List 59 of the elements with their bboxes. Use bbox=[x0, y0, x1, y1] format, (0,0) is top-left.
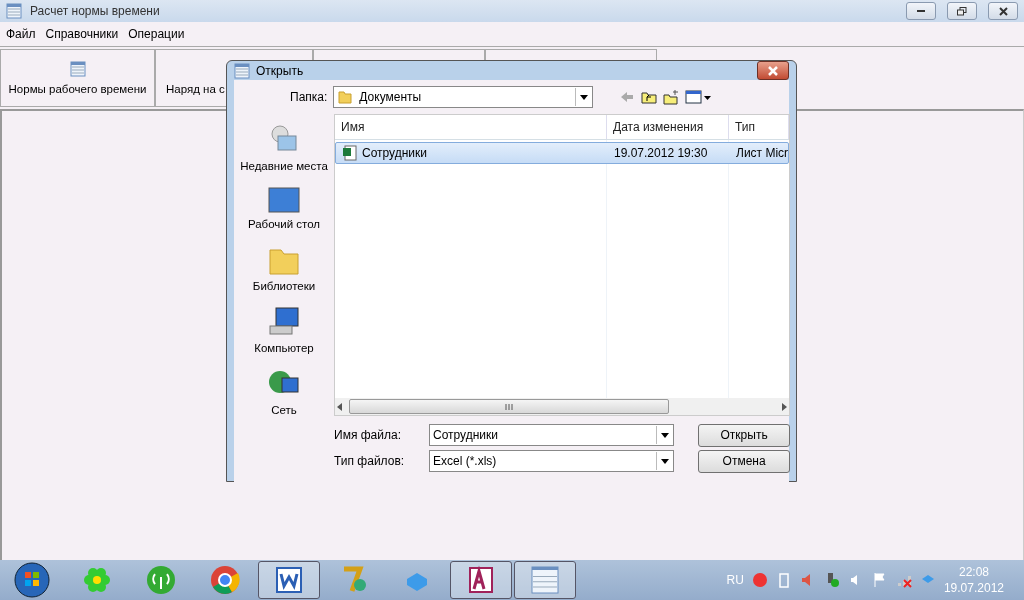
column-header[interactable]: Тип bbox=[729, 115, 790, 139]
table-icon bbox=[69, 61, 86, 77]
folder-dropdown[interactable]: Документы bbox=[333, 86, 594, 108]
filetype-dropdown[interactable]: Excel (*.xls) bbox=[429, 450, 674, 472]
taskbar-app[interactable] bbox=[450, 561, 512, 599]
filename-field[interactable]: Сотрудники bbox=[429, 424, 674, 446]
dropdown-arrow-icon bbox=[661, 458, 669, 464]
horizontal-scrollbar[interactable] bbox=[335, 398, 790, 415]
filename-label: Имя файла: bbox=[334, 428, 402, 442]
grip-icon bbox=[505, 403, 513, 410]
close-button[interactable] bbox=[988, 2, 1018, 20]
menu-item[interactable]: Операции bbox=[128, 27, 185, 41]
toolbar-button[interactable]: Нормы рабочего времени bbox=[0, 49, 155, 107]
folder-icon bbox=[337, 89, 354, 105]
table-icon bbox=[531, 566, 559, 594]
back-arrow-icon[interactable] bbox=[619, 89, 636, 105]
place-item[interactable]: Библиотеки bbox=[252, 244, 316, 292]
dropdown-arrow-icon bbox=[580, 94, 589, 100]
new-folder-icon[interactable] bbox=[663, 89, 680, 105]
folder-up-icon[interactable] bbox=[641, 89, 658, 105]
place-item[interactable]: Рабочий стол bbox=[247, 186, 321, 230]
start-button-icon[interactable] bbox=[14, 562, 50, 598]
document-w-icon bbox=[274, 565, 304, 595]
file-row[interactable]: Сотрудники 19.07.2012 19:30 Лист Micr bbox=[335, 142, 790, 164]
close-icon bbox=[768, 65, 778, 76]
browser-icon bbox=[210, 565, 240, 595]
view-menu-icon[interactable] bbox=[685, 89, 712, 105]
scrollbar-thumb[interactable] bbox=[349, 399, 669, 414]
place-item[interactable]: Компьютер bbox=[254, 306, 314, 354]
restore-icon bbox=[957, 6, 967, 16]
antenna-icon bbox=[146, 565, 176, 595]
window-title: Расчет нормы времени bbox=[30, 4, 161, 18]
column-header[interactable]: Имя bbox=[335, 115, 607, 139]
dropdown-arrow-icon bbox=[661, 432, 669, 438]
open-button[interactable]: Открыть bbox=[698, 423, 791, 447]
desktop-icon bbox=[268, 186, 300, 214]
cancel-button[interactable]: Отмена bbox=[698, 449, 791, 473]
computer-icon bbox=[268, 306, 300, 338]
scroll-left-icon[interactable] bbox=[335, 402, 345, 411]
place-item[interactable]: Сеть bbox=[268, 368, 300, 416]
table-icon bbox=[6, 3, 22, 19]
dialog-title: Открыть bbox=[256, 63, 304, 78]
spreadsheet-file-icon bbox=[342, 145, 358, 161]
minimize-button[interactable] bbox=[906, 2, 936, 20]
menu-item[interactable]: Файл bbox=[6, 27, 36, 41]
taskbar-app[interactable] bbox=[514, 561, 576, 599]
flower-icon bbox=[82, 565, 112, 595]
filetype-label: Тип файлов: bbox=[334, 454, 406, 468]
menu-item[interactable]: Справочники bbox=[45, 27, 119, 41]
taskbar-app[interactable] bbox=[258, 561, 320, 599]
column-header[interactable]: Дата изменения bbox=[607, 115, 729, 139]
tray-app-icon[interactable] bbox=[751, 572, 768, 588]
place-item[interactable]: Недавние места bbox=[240, 124, 328, 172]
close-button[interactable] bbox=[757, 61, 789, 80]
key-a-icon bbox=[466, 565, 496, 595]
flag-icon[interactable] bbox=[871, 572, 888, 588]
minimize-icon bbox=[917, 10, 925, 12]
close-icon bbox=[998, 6, 1008, 16]
restore-button[interactable] bbox=[947, 2, 977, 20]
